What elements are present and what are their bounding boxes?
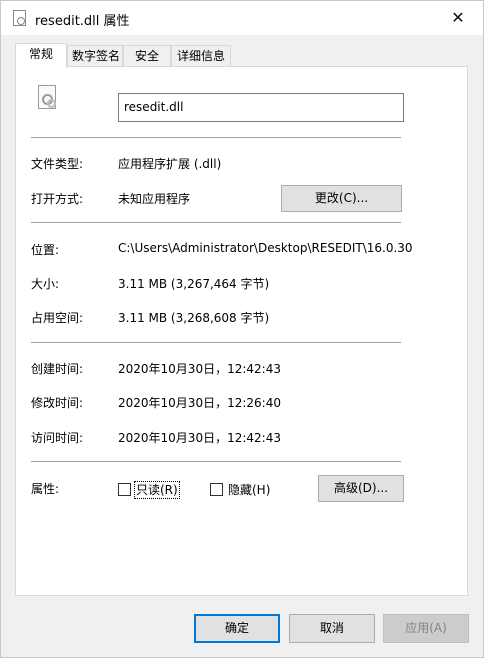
readonly-checkbox[interactable]: 只读(R)	[118, 481, 198, 499]
created-value: 2020年10月30日，12:42:43	[118, 362, 281, 376]
attributes-label: 属性:	[31, 482, 60, 496]
file-name-field[interactable]: resedit.dll	[118, 93, 404, 122]
readonly-checkbox-label[interactable]: 只读(R)	[134, 481, 180, 499]
dll-file-icon	[13, 10, 26, 26]
hidden-checkbox-label[interactable]: 隐藏(H)	[227, 482, 271, 498]
opens-with-value: 未知应用程序	[118, 192, 191, 206]
modified-label: 修改时间:	[31, 396, 84, 410]
window-title: resedit.dll 属性	[35, 14, 130, 29]
dll-gear-icon	[38, 85, 56, 109]
properties-dialog: resedit.dll 属性 ✕ 常规 数字签名 安全 详细信息 resedit…	[0, 0, 484, 658]
close-button[interactable]: ✕	[439, 3, 477, 33]
created-label: 创建时间:	[31, 362, 84, 376]
file-type-value: 应用程序扩展 (.dll)	[118, 157, 222, 171]
location-label: 位置:	[31, 243, 60, 257]
tab-digital-signatures[interactable]: 数字签名	[67, 45, 123, 67]
hidden-checkbox-box[interactable]	[210, 483, 223, 496]
ok-button[interactable]: 确定	[194, 614, 280, 643]
modified-value: 2020年10月30日，12:26:40	[118, 396, 281, 410]
location-value: C:\Users\Administrator\Desktop\RESEDIT\1…	[118, 241, 413, 255]
tab-security[interactable]: 安全	[123, 45, 171, 67]
tab-details[interactable]: 详细信息	[171, 45, 231, 67]
size-on-disk-value: 3.11 MB (3,268,608 字节)	[118, 311, 270, 325]
size-label: 大小:	[31, 277, 60, 291]
change-button[interactable]: 更改(C)...	[281, 185, 402, 212]
tab-general[interactable]: 常规	[15, 43, 67, 68]
divider	[31, 342, 401, 343]
accessed-label: 访问时间:	[31, 431, 84, 445]
opens-with-label: 打开方式:	[31, 192, 84, 206]
size-value: 3.11 MB (3,267,464 字节)	[118, 277, 270, 291]
advanced-button[interactable]: 高级(D)...	[318, 475, 404, 502]
readonly-checkbox-box[interactable]	[118, 483, 131, 496]
divider	[31, 222, 401, 223]
apply-button[interactable]: 应用(A)	[383, 614, 469, 643]
divider	[31, 461, 401, 462]
hidden-checkbox[interactable]: 隐藏(H)	[210, 482, 290, 498]
general-panel: resedit.dll 文件类型: 应用程序扩展 (.dll) 打开方式: 未知…	[15, 66, 468, 596]
file-type-label: 文件类型:	[31, 157, 84, 171]
cancel-button[interactable]: 取消	[289, 614, 375, 643]
accessed-value: 2020年10月30日，12:42:43	[118, 431, 281, 445]
divider	[31, 137, 401, 138]
title-bar: resedit.dll 属性 ✕	[1, 1, 483, 35]
size-on-disk-label: 占用空间:	[31, 311, 84, 325]
